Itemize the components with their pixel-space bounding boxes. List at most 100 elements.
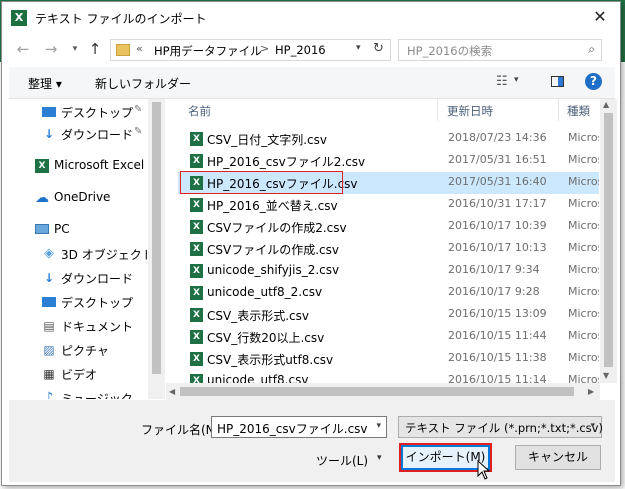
file-row[interactable]: Xunicode_utf8.csv 2016/10/15 11:14 Micros: [178, 370, 599, 383]
file-type: Micros: [568, 153, 599, 166]
file-date: 2016/10/17 10:39: [448, 219, 547, 232]
scroll-left-icon[interactable]: ◀: [169, 387, 175, 396]
nav-item-3d-objects[interactable]: ◈ 3D オブジェクト: [9, 243, 147, 265]
nav-item-desktop-quick[interactable]: デスクトップ ✎: [9, 101, 147, 123]
navigation-bar: ← → ▾ ↑ « HP用データファイル > HP_2016 ▾ ↻ HP_20…: [2, 34, 620, 66]
nav-item-label: デスクトップ: [61, 106, 134, 120]
chevron-down-icon[interactable]: ▾: [377, 453, 382, 463]
help-icon[interactable]: ?: [585, 73, 602, 90]
excel-icon: X: [11, 10, 27, 26]
document-icon: ▤: [43, 319, 55, 333]
nav-item-desktop[interactable]: デスクトップ: [9, 291, 147, 313]
breadcrumb-overflow[interactable]: «: [136, 42, 143, 55]
up-arrow-icon[interactable]: ↑: [86, 40, 104, 58]
excel-csv-file-icon: X: [190, 242, 203, 256]
excel-csv-file-icon: X: [190, 198, 203, 212]
column-header-date[interactable]: 更新日時: [447, 103, 493, 125]
nav-item-pc[interactable]: PC: [9, 219, 147, 241]
file-type: Micros: [568, 241, 599, 254]
file-row[interactable]: X CSV_行数20以上.csv 2016/10/15 11:44 Micros: [178, 326, 599, 348]
file-list-vertical-scrollbar[interactable]: ▲ ▼: [600, 99, 617, 383]
file-list-horizontal-scrollbar[interactable]: ◀ ▶: [166, 383, 600, 400]
view-dropdown-icon[interactable]: ▾: [514, 75, 519, 85]
tools-menu[interactable]: ツール(L): [316, 452, 368, 469]
scroll-down-icon[interactable]: ▼: [603, 371, 609, 380]
chevron-down-icon[interactable]: ▾: [590, 421, 595, 431]
organize-menu[interactable]: 整理 ▾: [28, 75, 62, 92]
column-divider[interactable]: [558, 99, 559, 121]
scrollbar-thumb[interactable]: [604, 113, 613, 367]
scrollbar-thumb[interactable]: [180, 387, 574, 396]
nav-item-downloads[interactable]: ↓ ダウンロード: [9, 267, 147, 289]
nav-item-label: Microsoft Excel: [54, 158, 145, 172]
nav-item-documents[interactable]: ▤ ドキュメント: [9, 315, 147, 337]
import-text-file-dialog: X テキスト ファイルのインポート ✕ ← → ▾ ↑ « HP用データファイル…: [1, 1, 621, 486]
selected-file-highlight: [180, 171, 343, 194]
nav-item-onedrive[interactable]: ☁ OneDrive: [9, 187, 147, 209]
recent-locations-chevron-icon[interactable]: ▾: [66, 40, 84, 58]
navigation-pane: デスクトップ ✎ ↓ ダウンロード ✎ X Microsoft Excel ☁ …: [9, 99, 147, 399]
desktop-icon: [41, 294, 57, 310]
scroll-right-icon[interactable]: ▶: [588, 387, 594, 396]
file-name: CSVファイルの作成2.csv: [207, 221, 347, 235]
address-dropdown-icon[interactable]: ▾: [356, 43, 361, 53]
new-folder-button[interactable]: 新しいフォルダー: [95, 75, 191, 92]
nav-item-label: ピクチャ: [61, 344, 109, 358]
back-arrow-icon[interactable]: ←: [14, 40, 32, 58]
view-options-icon[interactable]: ☷: [496, 74, 508, 89]
sort-ascending-icon: ⌃: [506, 99, 514, 106]
file-name: CSVファイルの作成.csv: [207, 243, 339, 257]
file-name: unicode_utf8_2.csv: [207, 285, 323, 299]
download-icon: ↓: [43, 127, 55, 141]
excel-csv-file-icon: X: [190, 374, 203, 383]
column-divider[interactable]: [437, 99, 438, 121]
file-row[interactable]: X CSV_日付_文字列.csv 2018/07/23 14:36 Micros: [178, 128, 599, 150]
scrollbar-thumb[interactable]: [152, 102, 161, 374]
filename-input[interactable]: HP_2016_csvファイル.csv ▾: [211, 416, 387, 438]
nav-item-videos[interactable]: ▦ ビデオ: [9, 363, 147, 385]
file-row[interactable]: Xunicode_shifyjis_2.csv 2016/10/17 9:34 Mi…: [178, 260, 599, 282]
file-type: Micros: [568, 263, 599, 276]
file-row[interactable]: X HP_2016_並べ替え.csv 2016/10/31 17:17 Micros: [178, 194, 599, 216]
file-name: CSV_日付_文字列.csv: [207, 133, 327, 147]
column-header-name[interactable]: 名前: [188, 103, 211, 125]
close-button[interactable]: ✕: [586, 4, 614, 30]
column-header-type[interactable]: 種類: [567, 103, 590, 125]
nav-item-label: ビデオ: [61, 368, 98, 382]
chevron-down-icon[interactable]: ▾: [376, 421, 381, 431]
file-name: CSV_表示形式.csv: [207, 309, 309, 323]
excel-csv-file-icon: X: [190, 330, 203, 344]
file-row[interactable]: X CSV_表示形式.csv 2016/10/15 13:09 Micros: [178, 304, 599, 326]
nav-item-downloads-quick[interactable]: ↓ ダウンロード ✎: [9, 123, 147, 145]
refresh-icon[interactable]: ↻: [373, 41, 384, 56]
file-row[interactable]: X HP_2016_csvファイル2.csv 2017/05/31 16:51 Mic…: [178, 150, 599, 172]
preview-pane-icon[interactable]: [551, 76, 564, 87]
breadcrumb-item[interactable]: HP用データファイル: [154, 43, 262, 59]
file-row[interactable]: X CSVファイルの作成.csv 2016/10/17 10:13 Micros: [178, 238, 599, 260]
forward-arrow-icon[interactable]: →: [42, 40, 60, 58]
picture-icon: ▨: [43, 343, 55, 357]
navigation-pane-scrollbar[interactable]: [148, 99, 165, 399]
breadcrumb-separator[interactable]: >: [260, 42, 269, 55]
nav-item-label: PC: [54, 222, 70, 236]
file-row[interactable]: X CSVファイルの作成2.csv 2016/10/17 10:39 Micros: [178, 216, 599, 238]
nav-item-microsoft-excel[interactable]: X Microsoft Excel: [9, 155, 147, 177]
pin-icon[interactable]: ✎: [134, 126, 142, 137]
file-row[interactable]: Xunicode_utf8_2.csv 2016/10/17 9:28 Micros: [178, 282, 599, 304]
scroll-up-icon[interactable]: ▲: [603, 100, 609, 109]
file-date: 2016/10/15 11:44: [448, 329, 547, 342]
nav-item-label: OneDrive: [54, 190, 111, 204]
filetype-select[interactable]: テキスト ファイル (*.prn;*.txt;*.csv) ▾: [398, 416, 603, 438]
desktop-icon: [41, 104, 57, 120]
breadcrumb-item[interactable]: HP_2016: [275, 43, 326, 57]
cancel-button[interactable]: キャンセル: [515, 445, 601, 470]
filename-value[interactable]: HP_2016_csvファイル.csv: [217, 420, 368, 437]
address-bar[interactable]: « HP用データファイル > HP_2016 ▾ ↻: [110, 39, 391, 61]
file-row[interactable]: X CSV_表示形式utf8.csv 2016/10/15 11:38 Micros: [178, 348, 599, 370]
pin-icon[interactable]: ✎: [134, 104, 142, 115]
nav-item-music[interactable]: ♪ ミュージック: [9, 387, 147, 399]
search-placeholder: HP_2016の検索: [407, 44, 493, 58]
pc-icon: [34, 222, 50, 238]
nav-item-pictures[interactable]: ▨ ピクチャ: [9, 339, 147, 361]
search-box[interactable]: HP_2016の検索 ⌕: [398, 39, 602, 61]
